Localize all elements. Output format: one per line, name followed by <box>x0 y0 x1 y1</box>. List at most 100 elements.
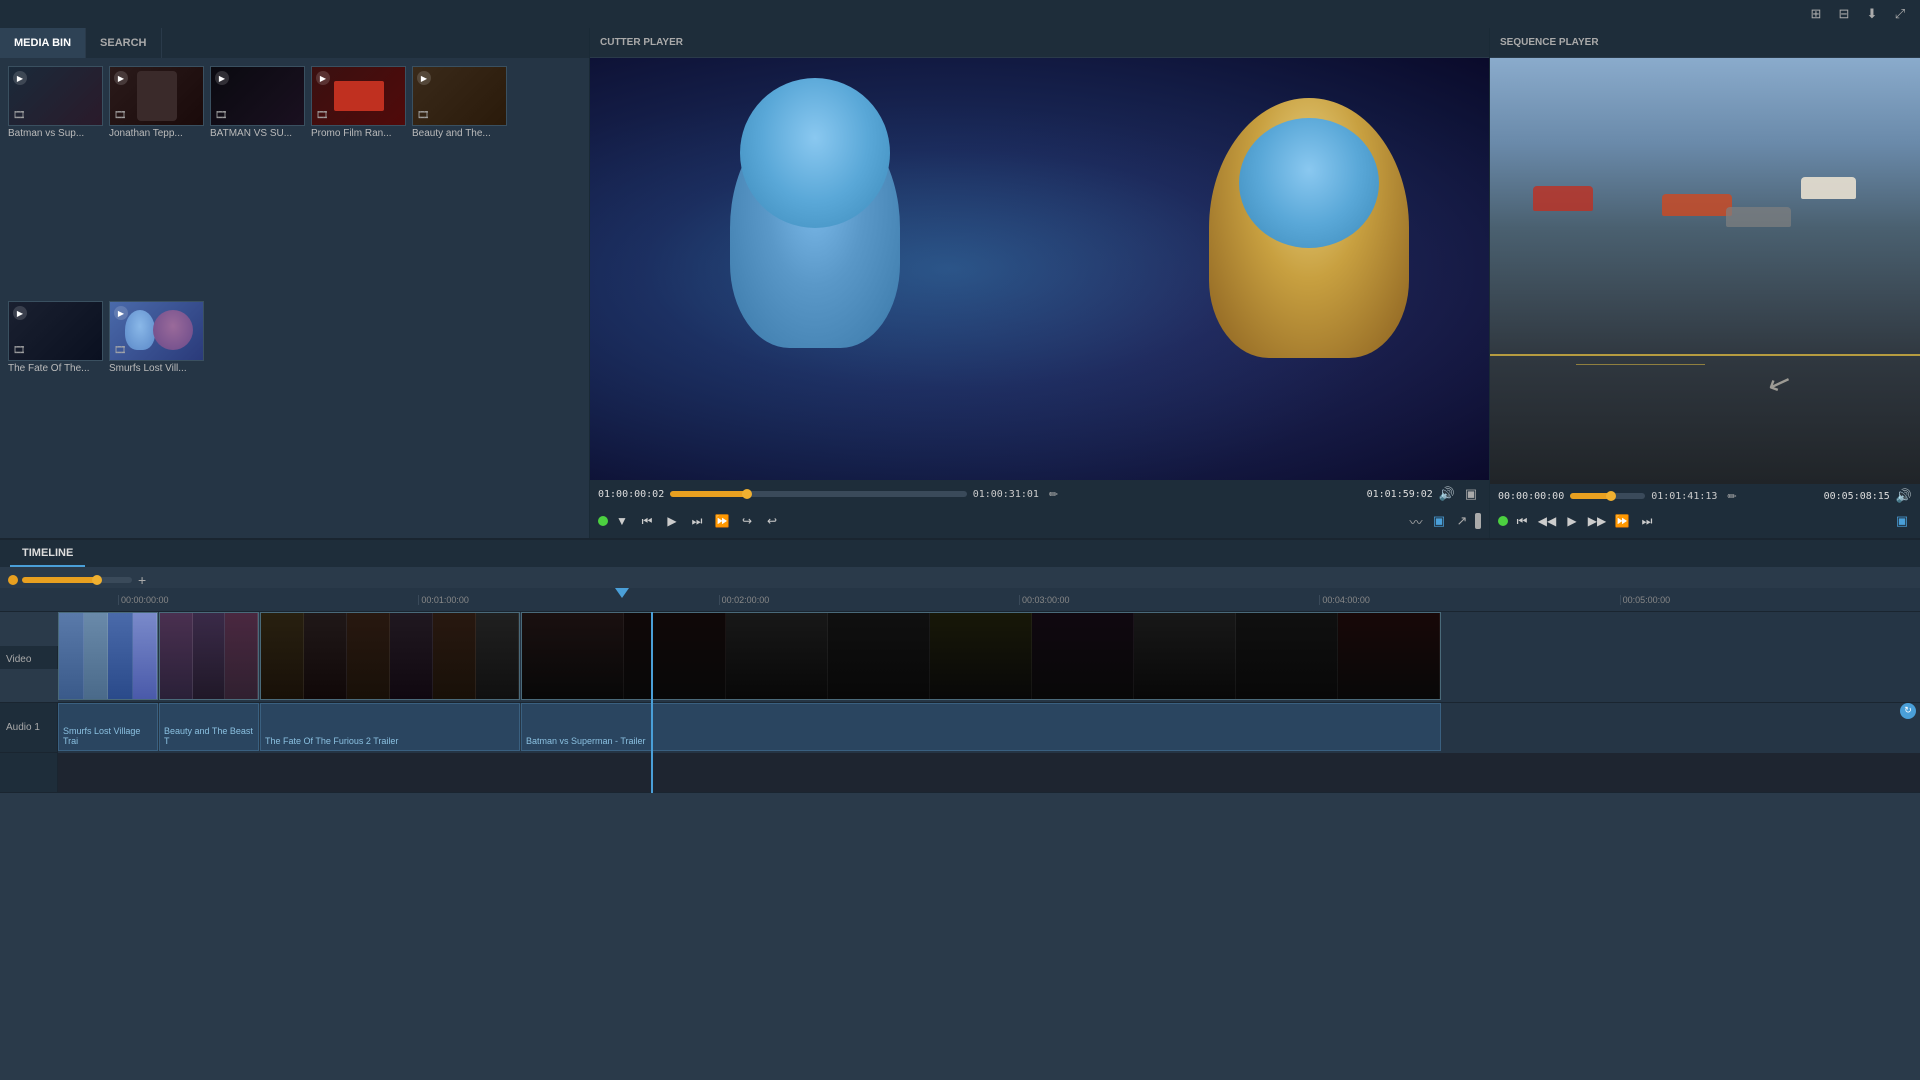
clip-smurfs[interactable] <box>58 612 158 700</box>
cutter-to-end-btn[interactable]: ⏭ <box>686 510 708 532</box>
clip-batman[interactable] <box>521 612 1441 700</box>
audio-clip-furious[interactable]: The Fate Of The Furious 2 Trailer <box>260 703 520 751</box>
monitor-icon[interactable]: ▣ <box>1461 484 1481 504</box>
list-item[interactable]: ▶ 🎞 The Fate Of The... <box>8 301 103 530</box>
meta-icon: 🎞 <box>215 110 228 121</box>
waveform-icon[interactable]: 〰 <box>1406 511 1426 531</box>
list-item[interactable]: ▶ 🎞 Jonathan Tepp... <box>109 66 204 295</box>
play-icon: ▶ <box>114 71 128 85</box>
seq-fast-fwd-btn[interactable]: ⏩ <box>1611 510 1633 532</box>
forward-icon[interactable]: ↗ <box>1452 511 1472 531</box>
cutter-progress-fill <box>670 491 747 497</box>
refresh-icon[interactable] <box>1475 513 1481 529</box>
layout-icon[interactable]: ⊟ <box>1834 4 1854 24</box>
timeline-ruler: 00:00:00:00 00:01:00:00 00:02:00:00 00:0… <box>0 588 1920 612</box>
media-item-label: The Fate Of The... <box>8 363 103 374</box>
audio-clip-smurfs-label: Smurfs Lost Village Trai <box>63 726 157 746</box>
seq-next-btn[interactable]: ▶▶ <box>1586 510 1608 532</box>
zoom-handle[interactable] <box>92 575 102 585</box>
seq-play-btn[interactable]: ▶ <box>1561 510 1583 532</box>
scroll-indicator[interactable]: ↻ <box>1900 703 1916 719</box>
meta-icon: 🎞 <box>417 110 430 121</box>
seq-to-end-btn[interactable]: ⏭ <box>1636 510 1658 532</box>
edit-icon[interactable]: ✏ <box>1049 488 1058 501</box>
audio-clip-beauty[interactable]: Beauty and The Beast T <box>159 703 259 751</box>
ruler-mark-1: 00:01:00:00 <box>418 595 718 605</box>
ruler-mark-2: 00:02:00:00 <box>719 595 1019 605</box>
timeline-section: TIMELINE + 00:00:00:00 00:01:00:00 00:02… <box>0 538 1920 793</box>
cutter-progress-bar[interactable] <box>670 491 966 497</box>
timeline-tab[interactable]: TIMELINE <box>10 540 85 567</box>
cutter-menu-btn[interactable]: ▼ <box>611 510 633 532</box>
seq-prev-btn[interactable]: ◀◀ <box>1536 510 1558 532</box>
play-icon: ▶ <box>13 71 27 85</box>
audio-clip-batman-label: Batman vs Superman - Trailer <box>526 736 646 746</box>
seq-monitor-icon[interactable]: ▣ <box>1892 511 1912 531</box>
fullscreen-icon[interactable]: ⤢ <box>1890 4 1910 24</box>
tab-media-bin[interactable]: MEDIA BIN <box>0 28 86 58</box>
cutter-to-start-btn[interactable]: ⏮ <box>636 510 658 532</box>
cutter-progress-handle[interactable] <box>742 489 752 499</box>
audio-clip-smurfs[interactable]: Smurfs Lost Village Trai <box>58 703 158 751</box>
playhead-indicator <box>615 588 629 598</box>
monitor2-icon[interactable]: ▣ <box>1429 511 1449 531</box>
meta-icon: 🎞 <box>114 345 127 356</box>
list-item[interactable]: ▶ 🎞 Batman vs Sup... <box>8 66 103 295</box>
list-item[interactable]: ▶ 🎞 Promo Film Ran... <box>311 66 406 295</box>
list-item[interactable]: ▶ 🎞 Beauty and The... <box>412 66 507 295</box>
cutter-mark-out-btn[interactable]: ↩ <box>761 510 783 532</box>
play-icon: ▶ <box>417 71 431 85</box>
grid-icon[interactable]: ⊞ <box>1806 4 1826 24</box>
cutter-time-out: 01:01:59:02 <box>1367 489 1433 500</box>
seq-time-current: 01:01:41:13 <box>1651 491 1717 502</box>
media-item-label: Beauty and The... <box>412 128 507 139</box>
zoom-handle-left[interactable] <box>8 575 18 585</box>
sequence-player-title: SEQUENCE PLAYER <box>1500 37 1599 48</box>
meta-icon: 🎞 <box>13 345 26 356</box>
clip-furious[interactable] <box>260 612 520 700</box>
audio-clip-batman[interactable]: Batman vs Superman - Trailer <box>521 703 1441 751</box>
cutter-time-row: 01:00:00:02 01:00:31:01 ✏ 01:01:59:02 🔊 … <box>598 484 1481 504</box>
seq-active-dot <box>1498 516 1508 526</box>
seq-edit-icon[interactable]: ✏ <box>1727 490 1736 503</box>
seq-to-start-btn[interactable]: ⏮ <box>1511 510 1533 532</box>
clip-beauty[interactable] <box>159 612 259 700</box>
cutter-time-current: 01:00:31:01 <box>973 489 1039 500</box>
sequence-player-video: ↙ <box>1490 58 1920 484</box>
timeline-zoom: + <box>0 572 1920 588</box>
seq-controls-row: ⏮ ◀◀ ▶ ▶▶ ⏩ ⏭ ▣ <box>1498 508 1912 534</box>
download-icon[interactable]: ⬇ <box>1862 4 1882 24</box>
audio-track-content[interactable]: Smurfs Lost Village Trai Beauty and The … <box>58 703 1920 753</box>
panel-tabs: MEDIA BIN SEARCH <box>0 28 589 58</box>
zoom-plus-icon[interactable]: + <box>138 572 146 588</box>
seq-time-out: 00:05:08:15 <box>1824 491 1890 502</box>
media-thumb: ▶ 🎞 <box>109 301 204 361</box>
cutter-play-btn[interactable]: ▶ <box>661 510 683 532</box>
media-thumb: ▶ 🎞 <box>412 66 507 126</box>
media-item-label: BATMAN VS SU... <box>210 128 305 139</box>
meta-icon: 🎞 <box>316 110 329 121</box>
main-layout: MEDIA BIN SEARCH ▶ 🎞 Batman vs Sup... <box>0 28 1920 538</box>
media-item-label: Smurfs Lost Vill... <box>109 363 204 374</box>
cutter-mark-in-btn[interactable]: ↪ <box>736 510 758 532</box>
cutter-controls-row: ▼ ⏮ ▶ ⏭ ⏩ ↪ ↩ 〰 ▣ ↗ <box>598 508 1481 534</box>
tab-search[interactable]: SEARCH <box>86 28 161 58</box>
list-item[interactable]: ▶ 🎞 Smurfs Lost Vill... <box>109 301 204 530</box>
cutter-fast-fwd-btn[interactable]: ⏩ <box>711 510 733 532</box>
media-item-label: Promo Film Ran... <box>311 128 406 139</box>
cutter-player-video <box>590 58 1489 480</box>
seq-progress-fill <box>1570 493 1611 499</box>
volume-icon[interactable]: 🔊 <box>1439 486 1455 502</box>
media-thumb: ▶ 🎞 <box>311 66 406 126</box>
seq-progress-bar[interactable] <box>1570 493 1645 499</box>
video-track-label: Video <box>0 646 58 669</box>
seq-volume-icon[interactable]: 🔊 <box>1896 488 1912 504</box>
play-icon: ▶ <box>114 306 128 320</box>
extra-track-row <box>0 753 1920 793</box>
list-item[interactable]: ▶ 🎞 BATMAN VS SU... <box>210 66 305 295</box>
top-bar: ⊞ ⊟ ⬇ ⤢ <box>0 0 1920 28</box>
zoom-bar[interactable] <box>22 577 132 583</box>
video-track-content[interactable] <box>58 612 1920 702</box>
seq-progress-handle[interactable] <box>1606 491 1616 501</box>
meta-icon: 🎞 <box>13 110 26 121</box>
